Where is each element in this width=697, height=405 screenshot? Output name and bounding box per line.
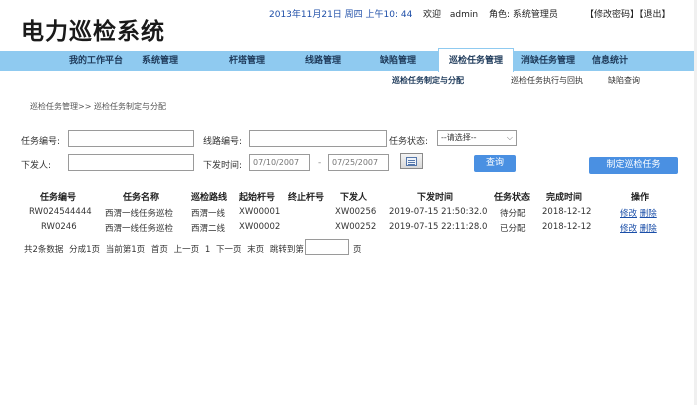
pager-prev[interactable]: 上一页 [174,245,200,255]
cell-route: 西渭一线 [191,209,226,219]
date-to-input[interactable] [328,154,389,171]
role-value: 系统管理员 [512,10,558,20]
subnav-item-assign[interactable]: 巡检任务制定与分配 [392,75,464,86]
pager-first[interactable]: 首页 [151,245,168,255]
col-actions: 操作 [631,193,650,203]
col-start-pole: 起始杆号 [239,193,276,203]
status-select[interactable]: --请选择-- ⌵ [437,130,517,146]
header-datetime: 2013年11月21日 周四 上午10: 44 [269,10,413,20]
logout-link[interactable]: 【退出】 [639,10,671,20]
nav-item-defect[interactable]: 缺陷管理 [380,51,416,71]
nav-item-inspection-task[interactable]: 巡检任务管理 [438,48,515,72]
chevron-down-icon: ⌵ [506,133,513,142]
nav-item-tower[interactable]: 杆塔管理 [229,51,265,71]
header-welcome: 欢迎 admin [423,7,478,20]
col-issue-time: 下发时间 [417,193,454,203]
cell-task-name: 西渭一线任务巡检 [105,209,174,219]
task-no-label: 任务编号: [21,137,61,147]
cell-actions: 修改 删除 [620,207,657,219]
delete-link[interactable]: 删除 [640,209,657,219]
pager-total: 共2条数据 [24,245,64,255]
breadcrumb: 巡检任务管理>> 巡检任务制定与分配 [30,102,166,111]
cell-task-name: 西渭一线任务巡检 [105,224,174,234]
cell-task-no: RW024544444 [29,207,92,217]
edit-link[interactable]: 修改 [620,209,637,219]
nav-item-eliminate-task[interactable]: 消缺任务管理 [521,51,575,71]
pager-page-1[interactable]: 1 [205,245,210,255]
col-task-name: 任务名称 [123,193,160,203]
pager-jump-label: 跳转到第 [269,245,304,255]
pager-next[interactable]: 下一页 [216,245,242,255]
delete-link[interactable]: 删除 [640,224,657,234]
cell-issuer: XW00256 [335,207,377,217]
pager-last[interactable]: 末页 [247,245,264,255]
cell-finish-time: 2018-12-12 [542,222,592,232]
nav-item-line[interactable]: 线路管理 [305,51,341,71]
calendar-button[interactable] [400,153,423,169]
cell-finish-time: 2018-12-12 [542,207,592,217]
cell-start-pole: XW00002 [239,222,281,232]
cell-issue-time: 2019-07-15 22:11:28.0 [389,222,488,232]
cell-issuer: XW00252 [335,222,377,232]
change-password-link[interactable]: 【修改密码】 [585,10,639,20]
pager-pages: 分成1页 [69,245,101,255]
col-status: 任务状态 [494,193,531,203]
line-no-input[interactable] [249,130,387,147]
cell-status: 待分配 [500,209,526,219]
role-label: 角色: [489,10,511,20]
cell-status: 已分配 [500,224,526,234]
issuer-input[interactable] [68,154,194,171]
status-label: 任务状态: [389,137,429,147]
page-jump-input[interactable] [305,239,349,255]
task-no-input[interactable] [68,130,194,147]
date-separator: - [318,158,322,168]
issue-time-label: 下发时间: [203,161,243,171]
cell-actions: 修改 删除 [620,222,657,234]
app-title: 电力巡检系统 [21,19,165,45]
issuer-label: 下发人: [21,161,52,171]
welcome-label: 欢迎 [423,10,442,20]
status-select-value: --请选择-- [441,133,477,142]
cell-task-no: RW0246 [41,222,77,232]
header-role: 角色: 系统管理员 [489,7,558,20]
pagination: 共2条数据 分成1页 当前第1页 首页 上一页 1 下一页 末页 跳转到第 [24,243,307,255]
create-task-button[interactable]: 制定巡检任务 [589,157,678,174]
header-links: 【修改密码】【退出】 [585,7,671,20]
edit-link[interactable]: 修改 [620,224,637,234]
nav-item-system[interactable]: 系统管理 [142,51,178,71]
pager-unit: 页 [353,245,362,255]
subnav-item-defect-query[interactable]: 缺陷查询 [608,75,640,86]
header: 电力巡检系统 2013年11月21日 周四 上午10: 44 欢迎 admin … [0,0,697,48]
date-from-input[interactable] [249,154,310,171]
col-issuer: 下发人 [340,193,368,203]
col-end-pole: 终止杆号 [288,193,325,203]
cell-route: 西渭二线 [191,224,226,234]
calendar-icon [406,157,417,166]
sub-nav: 巡检任务制定与分配 巡检任务执行与回执 缺陷查询 [0,71,697,89]
col-finish-time: 完成时间 [546,193,583,203]
cell-start-pole: XW00001 [239,207,281,217]
cell-issue-time: 2019-07-15 21:50:32.0 [389,207,488,217]
username: admin [449,10,479,20]
query-button[interactable]: 查询 [474,155,516,172]
main-nav: 我的工作平台 系统管理 杆塔管理 线路管理 缺陷管理 巡检任务管理 消缺任务管理… [0,48,697,72]
subnav-item-execute[interactable]: 巡检任务执行与回执 [511,75,583,86]
nav-item-workbench[interactable]: 我的工作平台 [69,51,123,71]
line-no-label: 线路编号: [203,137,243,147]
col-route: 巡检路线 [191,193,228,203]
col-task-no: 任务编号 [40,193,77,203]
nav-item-statistics[interactable]: 信息统计 [592,51,628,71]
pager-current: 当前第1页 [105,245,146,255]
